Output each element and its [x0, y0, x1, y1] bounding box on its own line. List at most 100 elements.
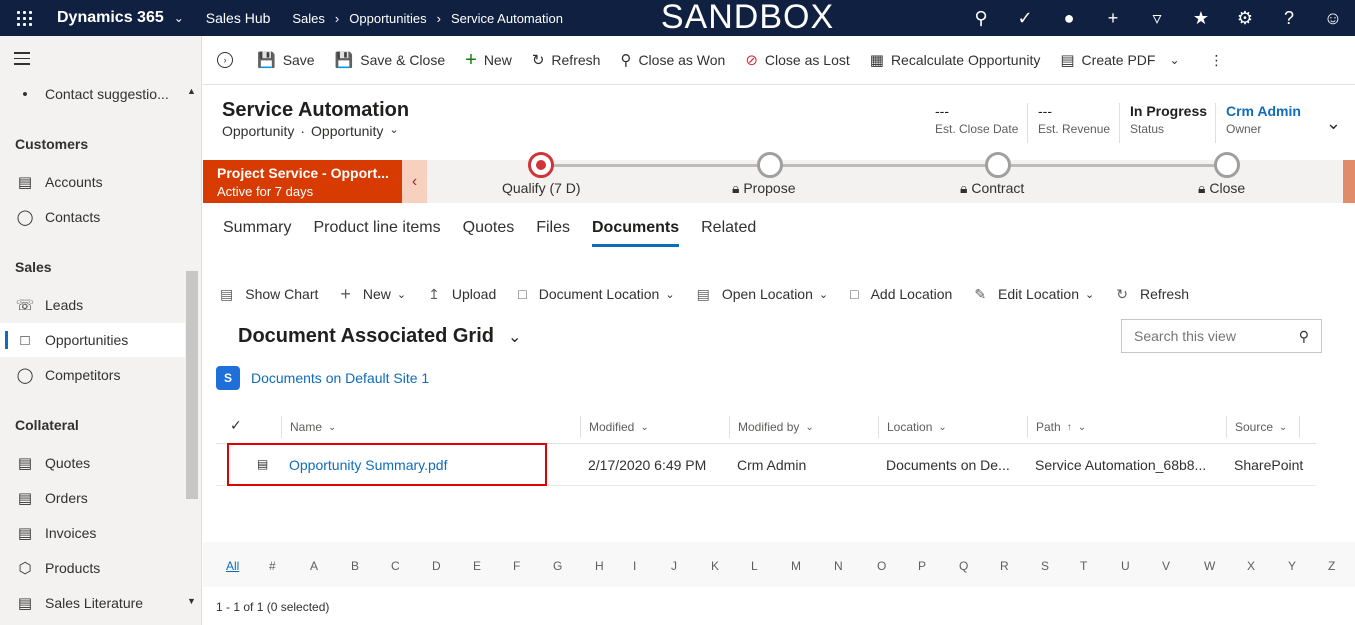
- alpha-filter-s[interactable]: S: [1041, 559, 1049, 573]
- sidebar-item-competitors[interactable]: ◯ Competitors: [0, 358, 185, 392]
- edit-location-button[interactable]: ✎ Edit Location ⌄: [974, 286, 1094, 303]
- close-as-lost-button[interactable]: ⊘ Close as Lost: [735, 36, 859, 85]
- column-header-path[interactable]: Path ↑ ⌄: [1027, 416, 1086, 438]
- tab-product-line-items[interactable]: Product line items: [302, 203, 451, 253]
- user-icon[interactable]: ☺: [1311, 0, 1355, 36]
- chevron-right-icon[interactable]: [1343, 160, 1355, 203]
- sidebar-item-opportunities[interactable]: □ Opportunities: [0, 323, 185, 357]
- alpha-filter-c[interactable]: C: [391, 559, 400, 573]
- alpha-filter-p[interactable]: P: [918, 559, 926, 573]
- scroll-down-icon[interactable]: ▼: [187, 596, 196, 606]
- alpha-filter-n[interactable]: N: [834, 559, 843, 573]
- search-icon[interactable]: ⚲: [1299, 328, 1309, 345]
- alpha-filter-v[interactable]: V: [1162, 559, 1170, 573]
- alpha-filter-b[interactable]: B: [351, 559, 359, 573]
- sidebar-item-invoices[interactable]: ▤ Invoices: [0, 516, 185, 550]
- refresh-button[interactable]: ↻ Refresh: [522, 36, 611, 85]
- recent-item[interactable]: • Contact suggestio...: [0, 77, 185, 111]
- search-input[interactable]: [1134, 328, 1284, 344]
- sidebar-item-contacts[interactable]: ◯ Contacts: [0, 200, 185, 234]
- save-close-button[interactable]: 💾 Save & Close: [325, 36, 456, 85]
- alpha-filter-o[interactable]: O: [877, 559, 886, 573]
- app-name[interactable]: Dynamics 365: [57, 9, 164, 27]
- sidebar-item-leads[interactable]: ☏ Leads: [0, 288, 185, 322]
- select-all-checkbox[interactable]: ✓: [230, 417, 242, 434]
- stage-qualify-dot[interactable]: [528, 152, 554, 178]
- recalculate-button[interactable]: ▦ Recalculate Opportunity: [860, 36, 1051, 85]
- scroll-up-icon[interactable]: ▲: [187, 86, 196, 96]
- alpha-filter-i[interactable]: I: [633, 559, 636, 573]
- nav-scrollbar[interactable]: [186, 271, 198, 499]
- back-button[interactable]: ›: [203, 36, 247, 85]
- alpha-filter-j[interactable]: J: [671, 559, 677, 573]
- more-commands-icon[interactable]: ⋮: [1190, 36, 1234, 85]
- filter-icon[interactable]: ▿: [1135, 0, 1179, 36]
- sidebar-item-products[interactable]: ⬡ Products: [0, 551, 185, 585]
- alpha-filter-l[interactable]: L: [751, 559, 758, 573]
- alpha-filter-all[interactable]: All: [226, 559, 239, 573]
- column-header-location[interactable]: Location ⌄: [878, 416, 947, 438]
- tab-related[interactable]: Related: [690, 203, 767, 253]
- lightbulb-icon[interactable]: ●: [1047, 0, 1091, 36]
- alpha-filter-y[interactable]: Y: [1288, 559, 1296, 573]
- task-icon[interactable]: ✓: [1003, 0, 1047, 36]
- gear-icon[interactable]: ⚙: [1223, 0, 1267, 36]
- alpha-filter-t[interactable]: T: [1080, 559, 1087, 573]
- assistant-icon[interactable]: ★: [1179, 0, 1223, 36]
- alpha-filter-m[interactable]: M: [791, 559, 801, 573]
- plus-icon[interactable]: +: [1091, 0, 1135, 36]
- document-location-button[interactable]: □ Document Location ⌄: [518, 286, 674, 302]
- column-header-modified-by[interactable]: Modified by ⌄: [729, 416, 814, 438]
- alpha-filter-a[interactable]: A: [310, 559, 318, 573]
- form-selector[interactable]: Opportunity: [311, 123, 383, 139]
- hamburger-menu-icon[interactable]: [14, 52, 30, 69]
- stage-close-label[interactable]: 🔒︎ Close: [1198, 180, 1245, 197]
- alpha-filter-h[interactable]: H: [595, 559, 604, 573]
- alpha-filter-f[interactable]: F: [513, 559, 520, 573]
- new-document-button[interactable]: + New ⌄: [340, 284, 406, 305]
- alpha-filter-d[interactable]: D: [432, 559, 441, 573]
- breadcrumb-opportunities[interactable]: Opportunities: [349, 11, 426, 26]
- new-button[interactable]: + New: [455, 36, 522, 85]
- view-selector[interactable]: Document Associated Grid ⌄: [238, 325, 521, 348]
- sidebar-item-accounts[interactable]: ▤ Accounts: [0, 165, 185, 199]
- sidebar-item-quotes[interactable]: ▤ Quotes: [0, 446, 185, 480]
- alpha-filter-z[interactable]: Z: [1328, 559, 1335, 573]
- help-icon[interactable]: ?: [1267, 0, 1311, 36]
- column-header-source[interactable]: Source ⌄: [1226, 416, 1301, 438]
- alpha-filter-x[interactable]: X: [1247, 559, 1255, 573]
- show-chart-button[interactable]: ▤ Show Chart: [220, 286, 318, 303]
- upload-button[interactable]: ↥ Upload: [428, 286, 496, 303]
- owner-link[interactable]: Crm Admin: [1226, 103, 1301, 119]
- chevron-down-icon[interactable]: ⌄: [389, 123, 398, 139]
- search-icon[interactable]: ⚲: [959, 0, 1003, 36]
- sidebar-item-orders[interactable]: ▤ Orders: [0, 481, 185, 515]
- tab-files[interactable]: Files: [525, 203, 581, 253]
- tab-documents[interactable]: Documents: [581, 203, 690, 253]
- create-pdf-button[interactable]: ▤ Create PDF ⌄: [1050, 36, 1189, 85]
- alpha-filter-q[interactable]: Q: [959, 559, 968, 573]
- save-button[interactable]: 💾 Save: [247, 36, 325, 85]
- alpha-filter-k[interactable]: K: [711, 559, 719, 573]
- tab-quotes[interactable]: Quotes: [452, 203, 526, 253]
- app-launcher-icon[interactable]: [0, 0, 48, 36]
- alpha-filter-w[interactable]: W: [1204, 559, 1215, 573]
- stage-propose-dot[interactable]: [757, 152, 783, 178]
- breadcrumb-sales[interactable]: Sales: [292, 11, 325, 26]
- stage-contract-label[interactable]: 🔒︎ Contract: [960, 180, 1024, 197]
- grid-refresh-button[interactable]: ↻ Refresh: [1116, 286, 1189, 303]
- stage-contract-dot[interactable]: [985, 152, 1011, 178]
- alpha-filter-u[interactable]: U: [1121, 559, 1130, 573]
- alpha-filter-g[interactable]: G: [553, 559, 562, 573]
- close-as-won-button[interactable]: ⚲ Close as Won: [610, 36, 735, 85]
- tab-summary[interactable]: Summary: [212, 203, 302, 253]
- column-header-modified[interactable]: Modified ⌄: [580, 416, 649, 438]
- expand-header-chevron-icon[interactable]: ⌄: [1326, 113, 1341, 134]
- breadcrumb-record[interactable]: Service Automation: [451, 11, 563, 26]
- add-location-button[interactable]: □ Add Location: [850, 286, 952, 302]
- alpha-filter-hash[interactable]: #: [269, 559, 276, 573]
- stage-propose-label[interactable]: 🔒︎ Propose: [732, 180, 796, 197]
- stage-close-dot[interactable]: [1214, 152, 1240, 178]
- sharepoint-site-link[interactable]: Documents on Default Site 1: [251, 370, 429, 386]
- process-flyout[interactable]: Project Service - Opport... Active for 7…: [203, 160, 402, 203]
